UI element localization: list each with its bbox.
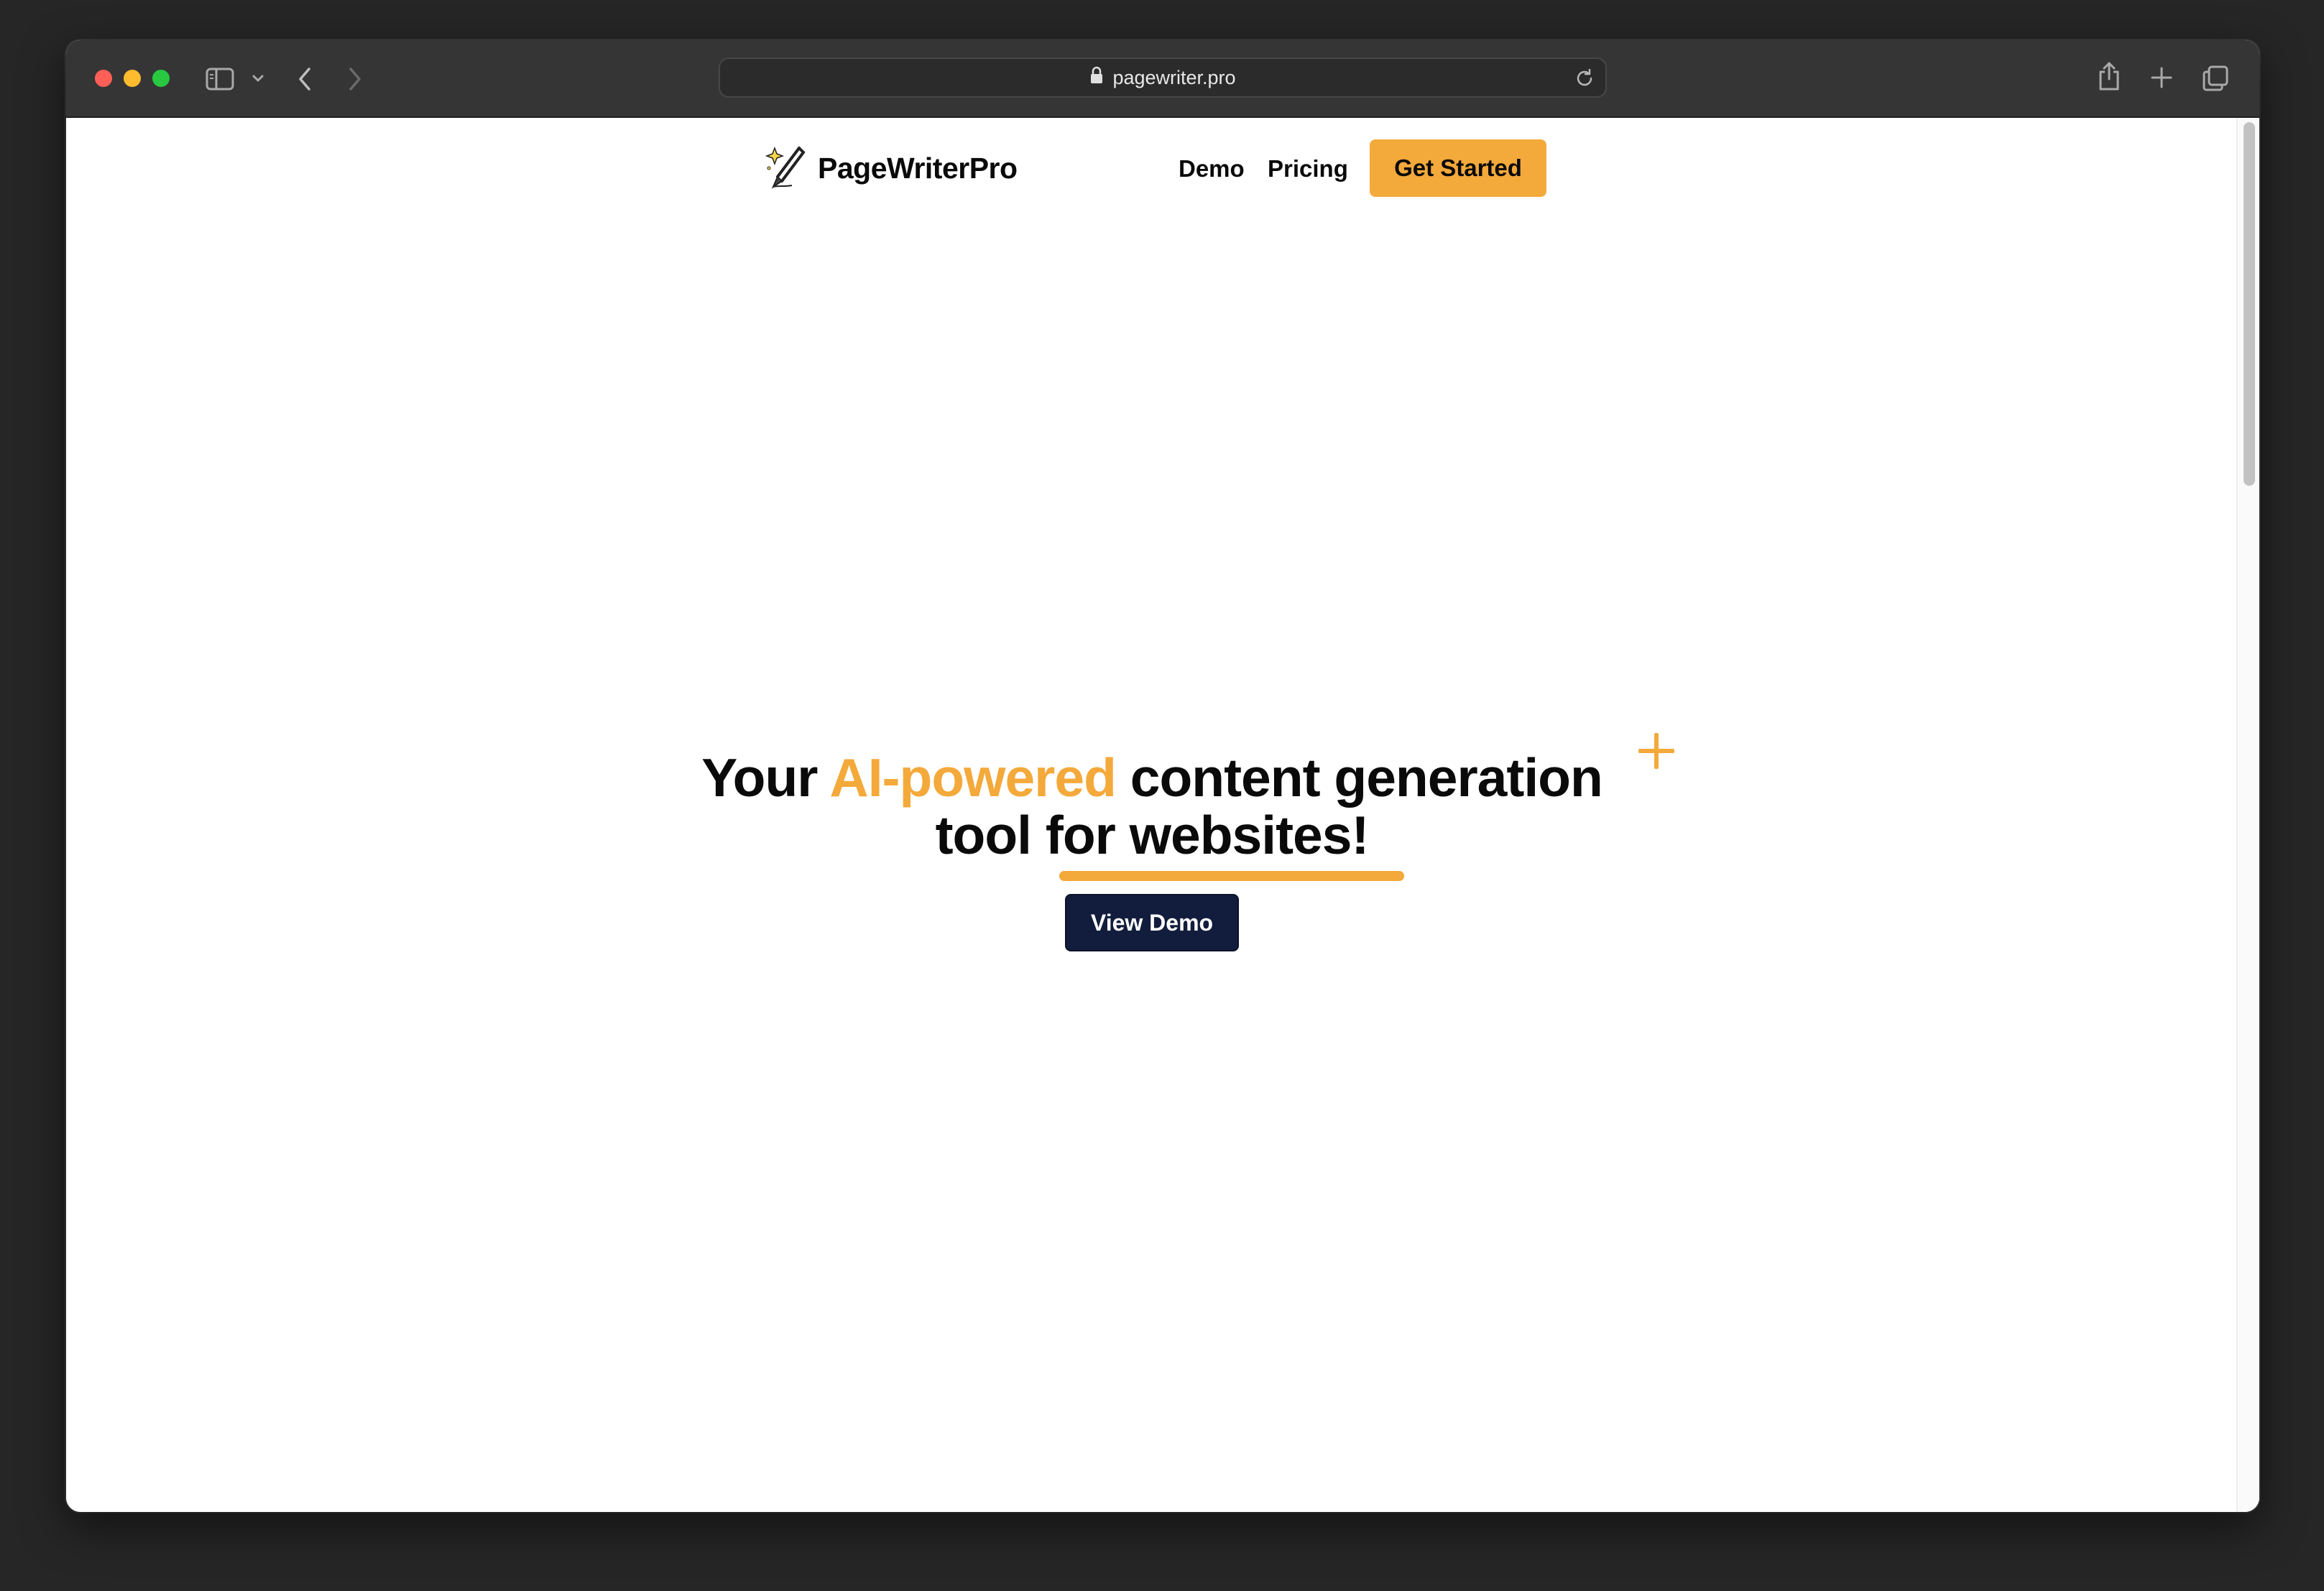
view-demo-button[interactable]: View Demo [1065,894,1239,951]
scrollbar[interactable] [2236,118,2259,1512]
get-started-button[interactable]: Get Started [1370,139,1546,197]
reload-icon[interactable] [1574,68,1595,93]
pen-sparkle-icon [763,144,809,193]
hero-headline-line-1: Your AI-powered content generation [66,749,2238,806]
browser-toolbar: pagewriter.pro [66,40,2259,118]
hero-title-part1: Your [701,747,830,808]
close-window-button[interactable] [95,70,112,87]
brand-name: PageWriterPro [818,152,1018,185]
chevron-down-icon[interactable] [252,73,264,83]
hero-headline: Your AI-powered content generation tool … [66,749,2238,864]
browser-window: pagewriter.pro PageWriterPro Demo Pricin… [66,40,2259,1512]
share-icon[interactable] [2097,60,2121,92]
forward-icon[interactable] [346,66,364,92]
hero-title-accent: AI-powered [829,747,1117,808]
hero-headline-line-2: tool for websites! [935,805,1370,865]
nav-link-demo[interactable]: Demo [1179,155,1245,183]
hero-title-part2: content generation [1115,747,1603,808]
page-viewport: PageWriterPro Demo Pricing Get Started Y… [66,118,2259,1512]
address-bar[interactable]: pagewriter.pro [719,57,1607,98]
url-text: pagewriter.pro [1112,66,1236,88]
brand-logo[interactable]: PageWriterPro [763,144,1018,193]
lock-icon [1089,66,1104,90]
back-icon[interactable] [296,66,313,92]
headline-underline-decoration [1059,871,1404,881]
tabs-overview-icon[interactable] [2202,65,2229,92]
zoom-window-button[interactable] [152,70,170,87]
sidebar-icon[interactable] [206,68,234,91]
minimize-window-button[interactable] [124,70,141,87]
plus-decoration-icon [1637,732,1676,770]
new-tab-icon[interactable] [2150,66,2173,89]
scrollbar-thumb[interactable] [2244,122,2255,486]
nav-link-pricing[interactable]: Pricing [1268,155,1348,183]
